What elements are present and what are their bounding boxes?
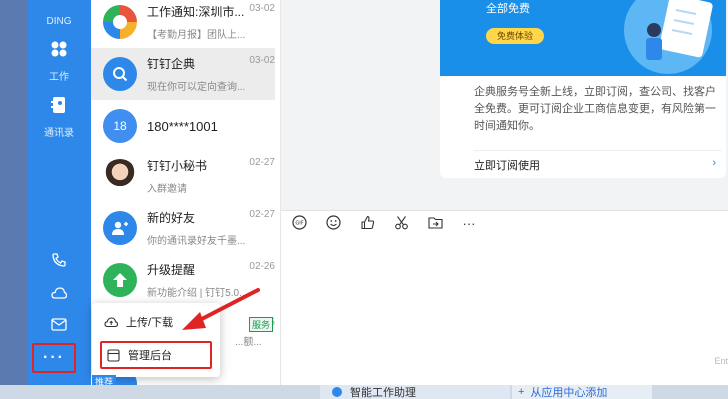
banner-title: 全部免费 <box>486 3 530 15</box>
avatar <box>103 263 137 297</box>
subscribe-link[interactable]: 立即订阅使用 › <box>474 150 722 173</box>
conversation-date: 02-26 <box>249 261 275 272</box>
grid-icon <box>27 40 91 62</box>
upload-download-menu-item[interactable]: 上传/下载 <box>100 308 212 336</box>
conversation-date: 02-27 <box>249 157 275 168</box>
message-input[interactable]: Ent <box>281 236 728 385</box>
more-popup-menu: 上传/下载 管理后台 <box>92 303 220 377</box>
sidebar: DING 工作 通讯录 ··· <box>27 0 91 385</box>
list-item[interactable]: 升级提醒 新功能介绍 | 钉钉5.0... 02-26 <box>91 254 275 306</box>
mail-icon[interactable] <box>27 318 91 334</box>
avatar: 18 <box>103 109 137 143</box>
conversation-preview: 你的通讯录好友千墨... <box>147 236 246 247</box>
conversation-date: 03-02 <box>249 55 275 66</box>
more-icon[interactable]: ··· <box>461 216 477 231</box>
list-item[interactable]: 工作通知:深圳市... 【考勤月报】团队上... 03-02 <box>91 0 275 48</box>
menu-item-label: 上传/下载 <box>126 317 174 329</box>
sidebar-item-contacts[interactable]: 通讯录 <box>27 96 91 139</box>
taskbar-add-from-app-center[interactable]: + 从应用中心添加 <box>512 385 652 399</box>
avatar <box>103 5 137 39</box>
taskbar-app-label: 智能工作助理 <box>350 387 416 399</box>
promo-banner: 全部免费 免费体验 <box>440 0 726 76</box>
list-item[interactable]: 钉钉小秘书 入群邀请 02-27 <box>91 150 275 202</box>
sidebar-item-label: DING <box>46 16 72 27</box>
assistant-icon <box>332 387 342 397</box>
menu-item-label: 管理后台 <box>128 350 172 362</box>
svg-text:GIF: GIF <box>295 220 303 226</box>
conversation-date: 03-02 <box>249 3 275 14</box>
window-left-frame <box>0 0 27 399</box>
list-item[interactable]: 新的好友 你的通讯录好友千墨... 02-27 <box>91 202 275 254</box>
promo-card: 全部免费 免费体验 企典服务号全新上线，立即订阅，查公司、找客户全免费。更可订阅… <box>440 0 726 178</box>
taskbar-app-assistant[interactable]: 智能工作助理 <box>320 385 510 399</box>
card-description: 企典服务号全新上线，立即订阅，查公司、找客户全免费。更可订阅企业工商信息变更，有… <box>474 86 716 132</box>
gif-icon[interactable]: GIF <box>291 214 307 233</box>
taskbar-add-label: 从应用中心添加 <box>530 387 608 399</box>
folder-send-icon[interactable] <box>427 215 443 233</box>
conversation-title: 180****1001 <box>147 118 218 134</box>
scissors-icon[interactable] <box>393 215 409 233</box>
admin-console-menu-item[interactable]: 管理后台 <box>100 341 212 369</box>
upload-cloud-icon <box>104 315 118 329</box>
avatar <box>103 211 137 245</box>
phone-icon[interactable] <box>27 252 91 271</box>
message-toolbar: GIF ··· <box>281 210 728 236</box>
subscribe-link-label: 立即订阅使用 <box>474 160 540 172</box>
list-item[interactable]: 18 180****1001 <box>91 100 275 152</box>
sidebar-item-work[interactable]: 工作 <box>27 40 91 83</box>
conversation-preview: 入群邀请 <box>147 184 187 195</box>
thumbs-up-icon[interactable] <box>359 215 375 233</box>
illustration-icon <box>624 0 713 74</box>
avatar <box>103 57 137 91</box>
sidebar-item-label: 工作 <box>49 72 69 83</box>
ding-icon <box>27 4 91 12</box>
contacts-icon <box>27 96 91 118</box>
conversation-preview: 【考勤月报】团队上... <box>147 30 246 41</box>
conversation-date: 02-27 <box>249 209 275 220</box>
sidebar-item-ding[interactable]: DING <box>27 4 91 27</box>
free-trial-button[interactable]: 免费体验 <box>486 28 544 44</box>
more-button[interactable]: ··· <box>32 343 76 373</box>
conversation-preview: 新功能介绍 | 钉钉5.0... <box>147 288 248 299</box>
avatar <box>103 159 137 193</box>
chat-area: 全部免费 免费体验 企典服务号全新上线，立即订阅，查公司、找客户全免费。更可订阅… <box>281 0 728 385</box>
plus-icon: + <box>518 386 525 398</box>
chevron-right-icon: › <box>712 157 716 169</box>
conversation-preview: 现在你可以定向查询... <box>147 82 246 93</box>
admin-panel-icon <box>106 348 120 362</box>
emoji-icon[interactable] <box>325 214 341 233</box>
sidebar-item-label: 通讯录 <box>44 128 74 139</box>
list-item[interactable]: 钉钉企典 现在你可以定向查询... 03-02 <box>91 48 275 100</box>
enter-hint: Ent <box>714 356 728 366</box>
cloud-icon[interactable] <box>27 286 91 303</box>
service-tag: 服务 <box>249 317 274 332</box>
